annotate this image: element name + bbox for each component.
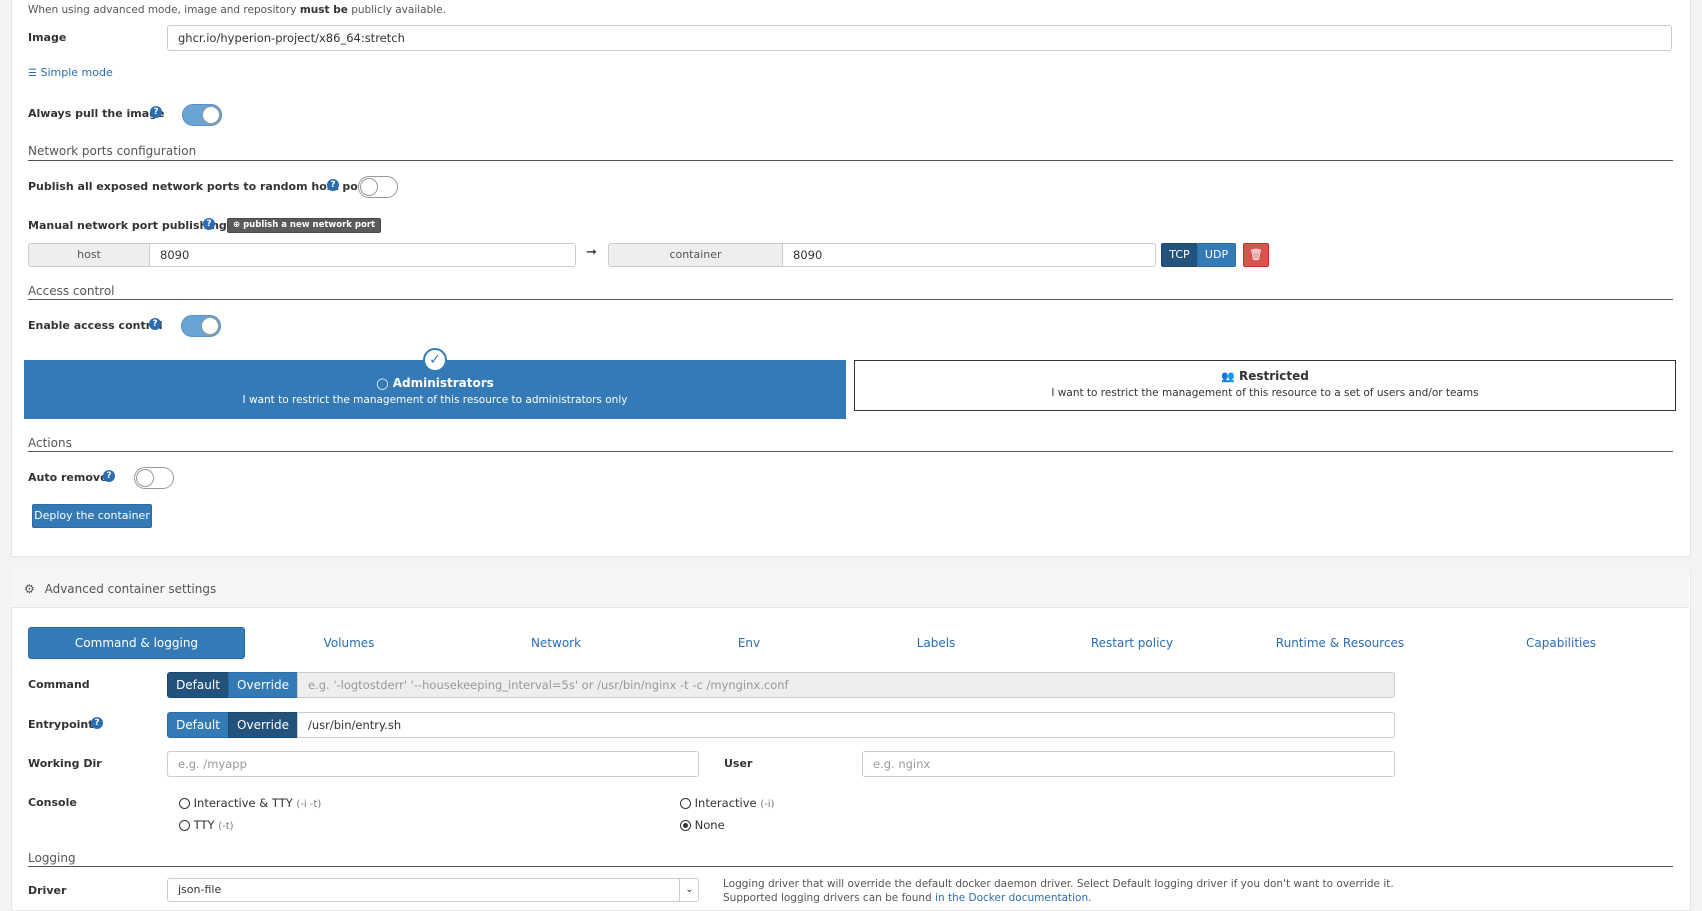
logging-section-title: Logging xyxy=(28,851,76,865)
administrators-title: Administrators xyxy=(392,376,494,390)
divider xyxy=(28,160,1673,161)
arrow-right-icon: ➞ xyxy=(586,245,597,260)
radio-interactive-tty[interactable] xyxy=(179,798,190,809)
radio-interactive[interactable] xyxy=(680,798,691,809)
console-label: Console xyxy=(28,796,77,809)
udp-button[interactable]: UDP xyxy=(1197,243,1236,267)
console-option-tty[interactable]: TTY (-t) xyxy=(179,818,234,832)
eye-slash-icon: ◯ xyxy=(376,377,389,390)
restricted-title: Restricted xyxy=(1239,369,1309,383)
divider xyxy=(28,299,1673,300)
simple-mode-link[interactable]: ☰ Simple mode xyxy=(28,66,113,79)
entrypoint-input[interactable]: /usr/bin/entry.sh xyxy=(297,712,1395,738)
tcp-button[interactable]: TCP xyxy=(1161,243,1198,267)
plus-circle-icon: ⊕ xyxy=(233,220,241,230)
help-icon[interactable]: ? xyxy=(91,717,103,729)
help-icon[interactable]: ? xyxy=(203,218,215,230)
tab-capabilities[interactable]: Capabilities xyxy=(1511,636,1611,650)
network-section-title: Network ports configuration xyxy=(28,144,197,158)
image-input[interactable]: ghcr.io/hyperion-project/x86_64:stretch xyxy=(167,25,1672,51)
publish-all-toggle[interactable] xyxy=(358,176,398,198)
help-icon[interactable]: ? xyxy=(327,179,339,191)
trash-icon: 🗑 xyxy=(1249,248,1263,261)
tab-command-logging[interactable]: Command & logging xyxy=(28,627,245,659)
advanced-mode-notice: When using advanced mode, image and repo… xyxy=(28,4,446,16)
toggle-knob xyxy=(360,178,378,196)
working-dir-label: Working Dir xyxy=(28,757,102,770)
help-icon[interactable]: ? xyxy=(150,106,162,118)
access-section-title: Access control xyxy=(28,284,115,298)
enable-access-label: Enable access control xyxy=(28,319,163,332)
manual-port-label: Manual network port publishing xyxy=(28,219,227,232)
logging-help-text: Logging driver that will override the de… xyxy=(723,878,1394,904)
actions-section-title: Actions xyxy=(28,436,72,450)
user-label: User xyxy=(724,757,753,770)
driver-label: Driver xyxy=(28,884,67,897)
tab-restart-policy[interactable]: Restart policy xyxy=(1072,636,1192,650)
tab-labels[interactable]: Labels xyxy=(886,636,986,650)
radio-tty[interactable] xyxy=(179,820,190,831)
driver-select[interactable]: json-file xyxy=(167,878,699,902)
divider xyxy=(28,451,1673,452)
tab-runtime-resources[interactable]: Runtime & Resources xyxy=(1265,636,1415,650)
database-icon: ☰ xyxy=(28,68,37,79)
host-port-input[interactable]: 8090 xyxy=(149,243,576,267)
command-input[interactable]: e.g. '-logtostderr' '--housekeeping_inte… xyxy=(297,672,1395,698)
check-icon: ✓ xyxy=(423,348,447,372)
publish-all-label: Publish all exposed network ports to ran… xyxy=(28,180,376,193)
always-pull-label: Always pull the image xyxy=(28,107,165,120)
container-addon: container xyxy=(608,243,783,267)
toggle-knob xyxy=(201,317,219,335)
restricted-desc: I want to restrict the management of thi… xyxy=(1051,387,1479,399)
toggle-knob xyxy=(136,469,154,487)
entrypoint-override-button[interactable]: Override xyxy=(228,712,298,738)
auto-remove-label: Auto remove xyxy=(28,471,108,484)
toggle-knob xyxy=(202,106,220,124)
container-port-input[interactable]: 8090 xyxy=(782,243,1156,267)
tab-env[interactable]: Env xyxy=(699,636,799,650)
console-option-interactive-tty[interactable]: Interactive & TTY (-i -t) xyxy=(179,796,321,810)
image-label: Image xyxy=(28,31,67,44)
tab-volumes[interactable]: Volumes xyxy=(299,636,399,650)
publish-port-button[interactable]: ⊕ publish a new network port xyxy=(227,218,382,233)
divider xyxy=(28,866,1673,867)
always-pull-toggle[interactable] xyxy=(182,104,222,126)
remove-port-button[interactable]: 🗑 xyxy=(1243,243,1269,267)
working-dir-input[interactable]: e.g. /myapp xyxy=(167,751,699,777)
console-option-none[interactable]: None xyxy=(680,818,725,832)
tab-network[interactable]: Network xyxy=(506,636,606,650)
help-icon[interactable]: ? xyxy=(149,318,161,330)
gear-icon: ⚙ xyxy=(24,582,35,596)
auto-remove-toggle[interactable] xyxy=(134,467,174,489)
advanced-settings-title: ⚙ Advanced container settings xyxy=(24,582,217,596)
console-option-interactive[interactable]: Interactive (-i) xyxy=(680,796,774,810)
container-config-panel xyxy=(11,0,1691,557)
radio-none[interactable] xyxy=(680,820,691,831)
host-addon: host xyxy=(28,243,150,267)
entrypoint-label: Entrypoint xyxy=(28,718,94,731)
administrators-desc: I want to restrict the management of thi… xyxy=(242,394,628,406)
entrypoint-default-button[interactable]: Default xyxy=(167,712,229,738)
command-default-button[interactable]: Default xyxy=(167,672,229,698)
advanced-settings-panel xyxy=(11,569,1691,911)
deploy-container-button[interactable]: Deploy the container xyxy=(32,504,152,528)
restricted-option[interactable]: 👥 Restricted I want to restrict the mana… xyxy=(854,360,1676,411)
command-override-button[interactable]: Override xyxy=(228,672,298,698)
docker-docs-link[interactable]: in the Docker documentation xyxy=(935,892,1088,904)
access-control-toggle[interactable] xyxy=(181,315,221,337)
users-icon: 👥 xyxy=(1221,370,1235,383)
chevron-down-icon[interactable]: ⌄ xyxy=(679,879,699,901)
command-label: Command xyxy=(28,678,90,691)
help-icon[interactable]: ? xyxy=(103,470,115,482)
user-input[interactable]: e.g. nginx xyxy=(862,751,1395,777)
advanced-settings-header xyxy=(11,569,1689,608)
